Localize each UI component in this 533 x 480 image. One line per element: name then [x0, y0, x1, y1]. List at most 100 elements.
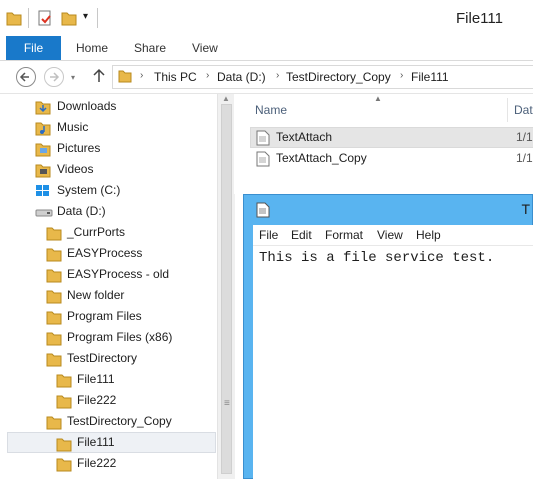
ribbon-tabs: File Home Share View [0, 36, 533, 61]
tree-item-folder-selected[interactable]: File111 [7, 432, 216, 453]
music-icon [35, 120, 51, 139]
notepad-text-area[interactable]: This is a file service test. [253, 246, 533, 480]
tree-item-label: File222 [77, 456, 117, 470]
forward-button[interactable] [44, 67, 64, 87]
breadcrumb-file111[interactable]: File111 [411, 70, 449, 84]
folder-icon [46, 330, 62, 349]
column-header-name[interactable]: Name [255, 103, 287, 117]
back-button[interactable] [16, 67, 36, 87]
tree-item-label: EASYProcess - old [67, 267, 170, 281]
notepad-title: T [521, 201, 530, 217]
back-arrow-icon [19, 72, 29, 82]
tree-item-folder[interactable]: Program Files (x86) [7, 327, 216, 348]
folder-icon [46, 225, 62, 244]
tree-item-folder[interactable]: TestDirectory [7, 348, 216, 369]
scrollbar-grip-icon: ≡ [224, 398, 230, 409]
folder-icon [56, 372, 72, 391]
tree-item-label: TestDirectory [67, 351, 138, 365]
navigation-pane-scrollbar[interactable]: ▲ ≡ [217, 94, 235, 479]
tree-item-folder[interactable]: EASYProcess [7, 243, 216, 264]
folder-icon [46, 309, 62, 328]
tree-item-system-drive[interactable]: System (C:) [7, 180, 216, 201]
folder-icon [56, 393, 72, 412]
qat-divider [97, 8, 98, 28]
menu-edit[interactable]: Edit [291, 228, 312, 242]
tree-item-label: EASYProcess [67, 246, 143, 260]
qat-divider [28, 8, 29, 28]
menu-view[interactable]: View [377, 228, 403, 242]
tree-item-folder[interactable]: File111 [7, 369, 216, 390]
tree-item-label: File111 [77, 372, 115, 386]
file-name: TextAttach [276, 130, 333, 144]
breadcrumb-separator[interactable]: › [276, 70, 279, 81]
tree-item-downloads[interactable]: Downloads [7, 96, 216, 117]
breadcrumb-separator[interactable]: › [206, 70, 209, 81]
notepad-content: This is a file service test. [259, 250, 495, 266]
tree-item-videos[interactable]: Videos [7, 159, 216, 180]
forward-arrow-icon [50, 72, 60, 82]
tree-item-data-drive[interactable]: Data (D:) [7, 201, 216, 222]
tree-item-label: TestDirectory_Copy [67, 414, 172, 428]
title-bar: ▾ File111 [0, 0, 533, 37]
up-arrow-icon [93, 68, 105, 82]
tree-item-folder[interactable]: Program Files [7, 306, 216, 327]
tree-item-folder[interactable]: TestDirectory_Copy [7, 411, 216, 432]
menu-file[interactable]: File [259, 228, 278, 242]
tree-item-label: File222 [77, 393, 117, 407]
up-button[interactable] [92, 68, 106, 87]
menu-format[interactable]: Format [325, 228, 363, 242]
tab-file[interactable]: File [6, 36, 61, 60]
breadcrumb-this-pc[interactable]: This PC [154, 70, 197, 84]
tree-item-label: New folder [67, 288, 125, 302]
tree-item-label: Pictures [57, 141, 101, 155]
tree-item-label: Program Files (x86) [67, 330, 173, 344]
tree-item-pictures[interactable]: Pictures [7, 138, 216, 159]
tree-item-folder[interactable]: EASYProcess - old [7, 264, 216, 285]
breadcrumb-testdirectory-copy[interactable]: TestDirectory_Copy [286, 70, 391, 84]
file-date: 1/1 [516, 151, 533, 165]
breadcrumb-data-drive[interactable]: Data (D:) [217, 70, 266, 84]
column-divider[interactable] [507, 98, 508, 122]
tree-item-label: Downloads [57, 99, 117, 113]
navigation-pane: Downloads Music Pictures Videos System (… [0, 94, 217, 479]
tree-item-folder[interactable]: File222 [7, 453, 216, 474]
recent-locations-icon[interactable]: ▾ [71, 73, 75, 82]
menu-help[interactable]: Help [416, 228, 441, 242]
column-header-date[interactable]: Dat [514, 103, 533, 117]
tree-item-folder[interactable]: File222 [7, 390, 216, 411]
folder-icon [46, 288, 62, 307]
drive-icon [35, 204, 53, 223]
breadcrumb-separator[interactable]: › [140, 70, 143, 81]
tree-item-music[interactable]: Music [7, 117, 216, 138]
scroll-up-icon[interactable]: ▲ [222, 94, 230, 103]
text-file-icon [256, 151, 270, 170]
breadcrumb-separator[interactable]: › [400, 70, 403, 81]
tab-share[interactable]: Share [134, 36, 166, 60]
folder-icon[interactable] [6, 10, 22, 29]
new-folder-icon[interactable] [61, 10, 77, 29]
address-bar[interactable]: › This PC › Data (D:) › TestDirectory_Co… [112, 65, 533, 89]
tree-item-folder[interactable]: New folder [7, 285, 216, 306]
file-date: 1/1 [516, 130, 533, 144]
tree-item-label: System (C:) [57, 183, 121, 197]
videos-icon [35, 162, 51, 181]
folder-icon [46, 246, 62, 265]
tree-item-label: Music [57, 120, 89, 134]
folder-icon [46, 414, 62, 433]
notepad-window[interactable]: T File Edit Format View Help This is a f… [243, 194, 533, 480]
tab-view[interactable]: View [192, 36, 218, 60]
tree-item-label: Data (D:) [57, 204, 106, 218]
tab-home[interactable]: Home [76, 36, 108, 60]
file-row[interactable]: TextAttach_Copy 1/1 [250, 148, 533, 169]
folder-icon [118, 69, 132, 86]
folder-icon [46, 351, 62, 370]
scrollbar-thumb[interactable]: ≡ [221, 104, 232, 474]
downloads-icon [35, 99, 51, 118]
tree-item-folder[interactable]: _CurrPorts [7, 222, 216, 243]
tree-item-label: File111 [77, 435, 115, 449]
file-row-selected[interactable]: TextAttach 1/1 [250, 127, 533, 148]
qat-dropdown-icon[interactable]: ▾ [83, 11, 88, 22]
properties-icon[interactable] [37, 10, 53, 29]
folder-icon [46, 267, 62, 286]
tree-item-label: _CurrPorts [67, 225, 126, 239]
